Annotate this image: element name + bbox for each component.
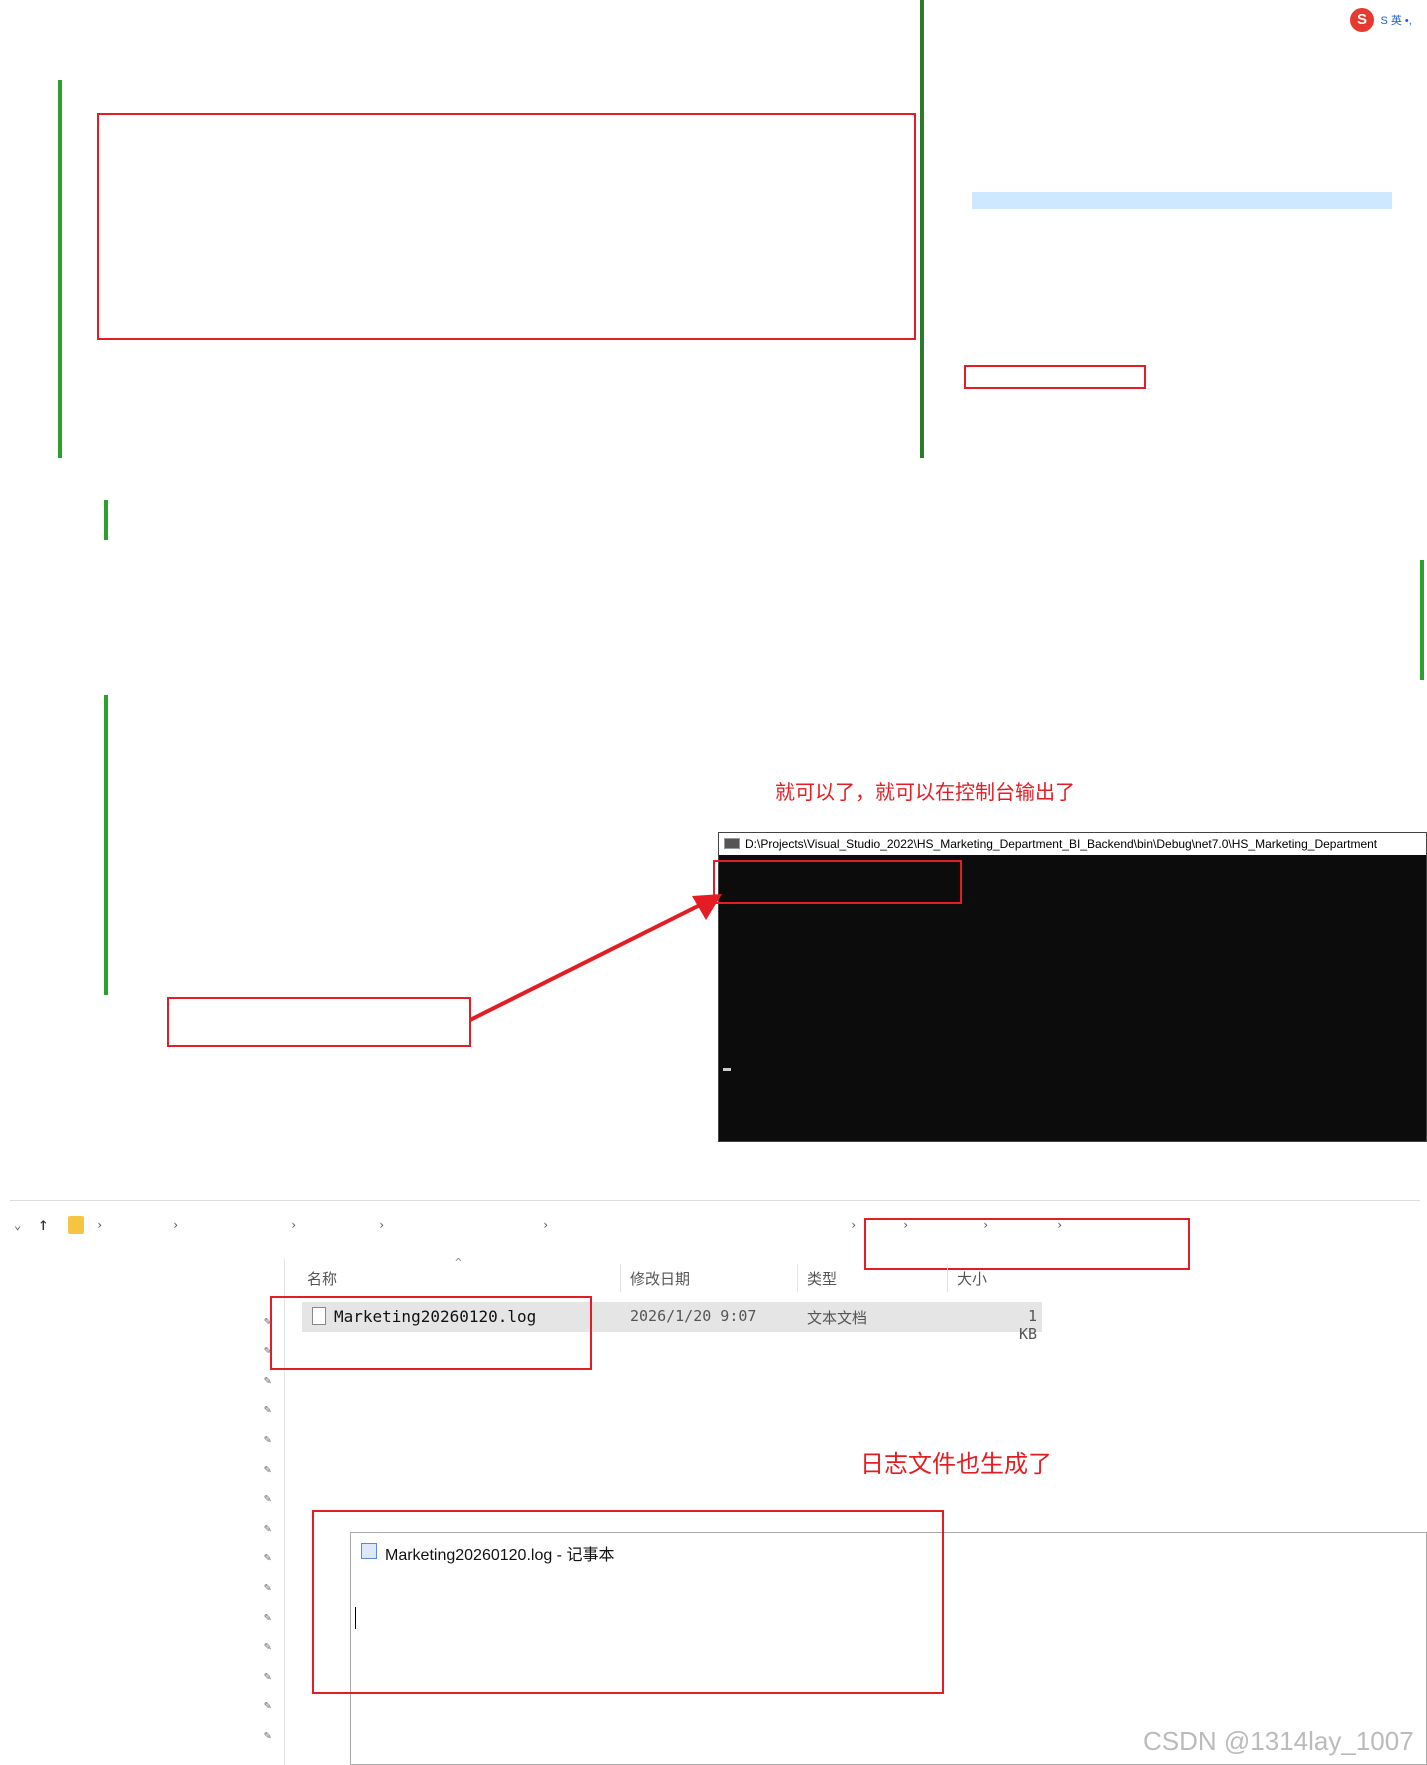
explorer-top-rule — [10, 1200, 1420, 1201]
chevron-down-icon[interactable]: ⌄ — [14, 1218, 21, 1232]
column-size[interactable]: 大小 — [957, 1268, 987, 1289]
solution-item[interactable] — [972, 141, 1002, 158]
column-divider — [797, 1264, 798, 1292]
console-icon — [724, 838, 740, 849]
solution-item[interactable] — [972, 55, 1002, 72]
pin-icon[interactable]: ✎ — [264, 1432, 271, 1446]
csdn-footer: CSDN @1314lay_1007 — [1143, 1726, 1414, 1756]
column-name[interactable]: 名称 — [307, 1268, 337, 1289]
chevron-right-icon: › — [378, 1218, 386, 1232]
solution-item[interactable] — [958, 3, 988, 20]
change-marker — [104, 500, 108, 540]
code-editor-top[interactable] — [0, 0, 920, 458]
solution-item[interactable] — [972, 244, 990, 261]
highlight-box-console-output — [713, 860, 962, 904]
column-divider — [620, 1264, 621, 1292]
solution-item[interactable] — [986, 89, 1016, 106]
column-type[interactable]: 类型 — [807, 1268, 837, 1289]
solution-item[interactable] — [958, 295, 988, 312]
chevron-right-icon: › — [96, 1218, 104, 1232]
highlight-box-logs-path — [864, 1218, 1190, 1270]
highlight-box-log-file — [270, 1296, 592, 1370]
pin-icon[interactable]: ✎ — [264, 1610, 271, 1624]
annotation-console: 就可以了，就可以在控制台输出了 — [775, 780, 1075, 804]
solution-item[interactable] — [958, 20, 988, 37]
pin-icon[interactable]: ✎ — [264, 1491, 271, 1505]
solution-item[interactable] — [958, 347, 976, 364]
pin-icon[interactable]: ✎ — [264, 1521, 271, 1535]
solution-item[interactable] — [972, 261, 990, 278]
annotation-logfile: 日志文件也生成了 — [860, 1450, 1052, 1478]
solution-item[interactable] — [986, 106, 1016, 123]
solution-item[interactable] — [958, 175, 988, 192]
column-divider — [947, 1264, 948, 1292]
file-type: 文本文档 — [807, 1309, 868, 1327]
solution-item[interactable] — [958, 313, 976, 330]
column-date[interactable]: 修改日期 — [630, 1268, 690, 1289]
highlight-box-notepad — [312, 1510, 944, 1694]
chevron-right-icon: › — [290, 1218, 298, 1232]
highlight-box-serilog-config — [97, 113, 916, 340]
scroll-marker — [1420, 560, 1424, 680]
chevron-right-icon: › — [172, 1218, 180, 1232]
console-cursor — [723, 1068, 731, 1071]
solution-item[interactable] — [972, 278, 990, 295]
solution-item[interactable] — [958, 37, 988, 54]
pin-icon[interactable]: ✎ — [264, 1373, 271, 1387]
pin-icon[interactable]: ✎ — [264, 1343, 271, 1357]
pin-icon[interactable]: ✎ — [264, 1639, 271, 1653]
pin-icon[interactable]: ✎ — [264, 1698, 271, 1712]
pin-icon[interactable]: ✎ — [264, 1669, 271, 1683]
solution-item[interactable] — [958, 209, 988, 226]
ime-logo-text: S 英 •, — [1380, 15, 1412, 27]
highlight-box-log-calls — [167, 997, 471, 1047]
file-date: 2026/1/20 9:07 — [630, 1307, 757, 1325]
chevron-right-icon: › — [850, 1218, 858, 1232]
sort-arrow-icon: ^ — [455, 1256, 462, 1269]
file-size: 1 KB — [1018, 1307, 1037, 1343]
console-title: D:\Projects\Visual_Studio_2022\HS_Market… — [719, 833, 1426, 855]
solution-item[interactable] — [958, 330, 976, 347]
solution-item[interactable] — [972, 192, 1392, 210]
pin-icon[interactable]: ✎ — [264, 1462, 271, 1476]
ime-logo: S S 英 •, — [1350, 8, 1425, 32]
arrow — [469, 894, 722, 1022]
folder-icon — [68, 1216, 84, 1234]
solution-explorer — [920, 0, 1427, 458]
change-marker — [104, 695, 108, 995]
pin-icon[interactable]: ✎ — [264, 1728, 271, 1742]
pin-icon[interactable]: ✎ — [264, 1550, 271, 1564]
pin-icon[interactable]: ✎ — [264, 1314, 271, 1328]
pin-icon[interactable]: ✎ — [264, 1402, 271, 1416]
solution-item[interactable] — [986, 123, 1016, 140]
solution-item[interactable] — [986, 72, 1016, 89]
highlight-box-program-cs — [964, 365, 1146, 389]
chevron-right-icon: › — [542, 1218, 550, 1232]
solution-item[interactable] — [972, 158, 1002, 175]
line-gutter — [0, 0, 60, 458]
up-arrow-icon[interactable]: ↑ — [38, 1214, 49, 1235]
change-marker — [58, 80, 62, 458]
pin-icon[interactable]: ✎ — [264, 1580, 271, 1594]
solution-item[interactable] — [972, 227, 990, 244]
